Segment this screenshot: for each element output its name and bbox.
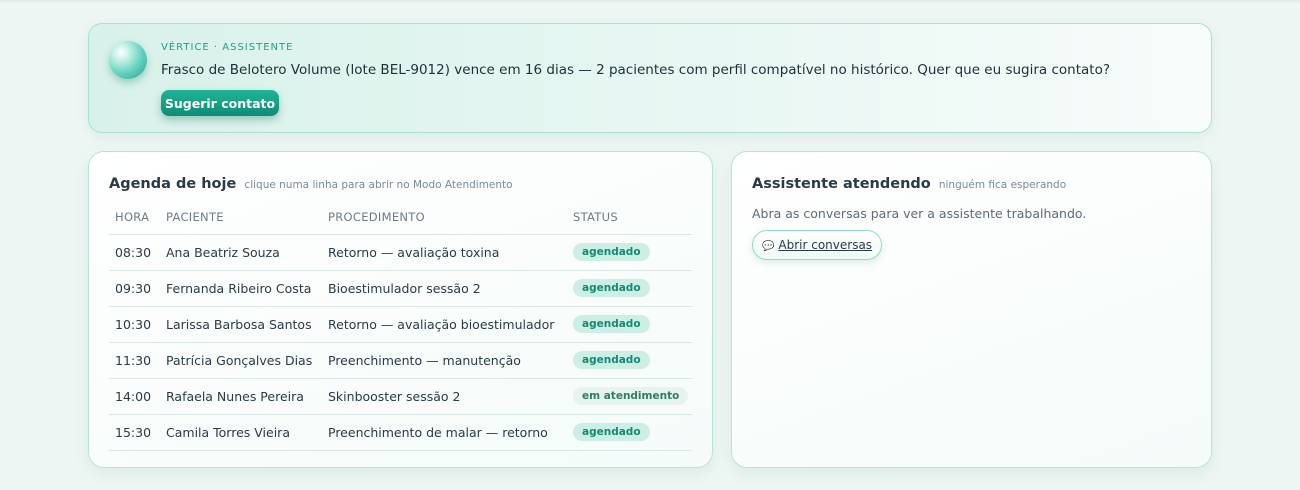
cell-procedimento: Preenchimento de malar — retorno bbox=[322, 414, 567, 451]
cell-status: agendado bbox=[567, 234, 692, 271]
table-row[interactable]: 15:30 Camila Torres Vieira Preenchimento… bbox=[109, 414, 692, 451]
cell-procedimento: Bioestimulador sessão 2 bbox=[322, 270, 567, 307]
cell-hora: 11:30 bbox=[109, 342, 160, 379]
table-row[interactable]: 08:30 Ana Beatriz Souza Retorno — avalia… bbox=[109, 234, 692, 271]
cell-paciente: Ana Beatriz Souza bbox=[160, 234, 322, 271]
cell-paciente: Rafaela Nunes Pereira bbox=[160, 378, 322, 415]
cell-procedimento: Preenchimento — manutenção bbox=[322, 342, 567, 379]
status-badge: agendado bbox=[573, 279, 650, 297]
suggest-contact-button[interactable]: Sugerir contato bbox=[161, 90, 279, 116]
cell-status: agendado bbox=[567, 306, 692, 343]
assistant-title: Assistente atendendo bbox=[752, 176, 931, 192]
assistant-card: Assistente atendendo ninguém fica espera… bbox=[731, 151, 1212, 468]
column-header-paciente: PACIENTE bbox=[160, 200, 322, 235]
agenda-table: HORA PACIENTE PROCEDIMENTO STATUS 08:30 … bbox=[109, 200, 692, 451]
status-badge: em atendimento bbox=[573, 387, 689, 405]
assistant-subtitle: ninguém fica esperando bbox=[938, 179, 1067, 191]
cell-hora: 15:30 bbox=[109, 414, 160, 451]
cell-paciente: Fernanda Ribeiro Costa bbox=[160, 270, 322, 307]
status-badge: agendado bbox=[573, 351, 650, 369]
alert-eyebrow: VÉRTICE · ASSISTENTE bbox=[161, 42, 294, 53]
assistant-description: Abra as conversas para ver a assistente … bbox=[752, 206, 1087, 221]
table-row[interactable]: 14:00 Rafaela Nunes Pereira Skinbooster … bbox=[109, 378, 692, 415]
cell-procedimento: Skinbooster sessão 2 bbox=[322, 378, 567, 415]
assistant-orb-icon bbox=[109, 41, 147, 79]
agenda-subtitle: clique numa linha para abrir no Modo Ate… bbox=[244, 179, 513, 191]
cell-status: agendado bbox=[567, 414, 692, 451]
assistant-alert-banner: VÉRTICE · ASSISTENTE Frasco de Belotero … bbox=[88, 23, 1212, 133]
cell-hora: 10:30 bbox=[109, 306, 160, 343]
cell-status: agendado bbox=[567, 342, 692, 379]
column-header-procedimento: PROCEDIMENTO bbox=[322, 200, 567, 235]
cell-paciente: Patrícia Gonçalves Dias bbox=[160, 342, 322, 379]
cell-paciente: Camila Torres Vieira bbox=[160, 414, 322, 451]
chat-bubble-icon: 💬 bbox=[761, 241, 775, 252]
alert-message: Frasco de Belotero Volume (lote BEL-9012… bbox=[161, 62, 1110, 78]
agenda-header: Agenda de hoje clique numa linha para ab… bbox=[109, 173, 513, 192]
table-row[interactable]: 10:30 Larissa Barbosa Santos Retorno — a… bbox=[109, 306, 692, 343]
agenda-card: Agenda de hoje clique numa linha para ab… bbox=[88, 151, 713, 468]
cell-hora: 09:30 bbox=[109, 270, 160, 307]
table-row[interactable]: 11:30 Patrícia Gonçalves Dias Preenchime… bbox=[109, 342, 692, 379]
cell-status: em atendimento bbox=[567, 378, 692, 415]
table-row[interactable]: 09:30 Fernanda Ribeiro Costa Bioestimula… bbox=[109, 270, 692, 307]
column-header-status: STATUS bbox=[567, 200, 692, 235]
agenda-title: Agenda de hoje bbox=[109, 176, 237, 192]
agenda-table-header: HORA PACIENTE PROCEDIMENTO STATUS bbox=[109, 200, 692, 235]
open-conversations-button[interactable]: 💬 Abrir conversas bbox=[752, 230, 882, 260]
status-badge: agendado bbox=[573, 243, 650, 261]
cell-paciente: Larissa Barbosa Santos bbox=[160, 306, 322, 343]
status-badge: agendado bbox=[573, 423, 650, 441]
cell-procedimento: Retorno — avaliação bioestimulador bbox=[322, 306, 567, 343]
cell-procedimento: Retorno — avaliação toxina bbox=[322, 234, 567, 271]
cell-hora: 14:00 bbox=[109, 378, 160, 415]
top-divider bbox=[0, 0, 1300, 3]
status-badge: agendado bbox=[573, 315, 650, 333]
open-conversations-label: Abrir conversas bbox=[778, 238, 873, 252]
column-header-hora: HORA bbox=[109, 200, 160, 235]
cell-hora: 08:30 bbox=[109, 234, 160, 271]
assistant-header: Assistente atendendo ninguém fica espera… bbox=[752, 173, 1066, 192]
cell-status: agendado bbox=[567, 270, 692, 307]
